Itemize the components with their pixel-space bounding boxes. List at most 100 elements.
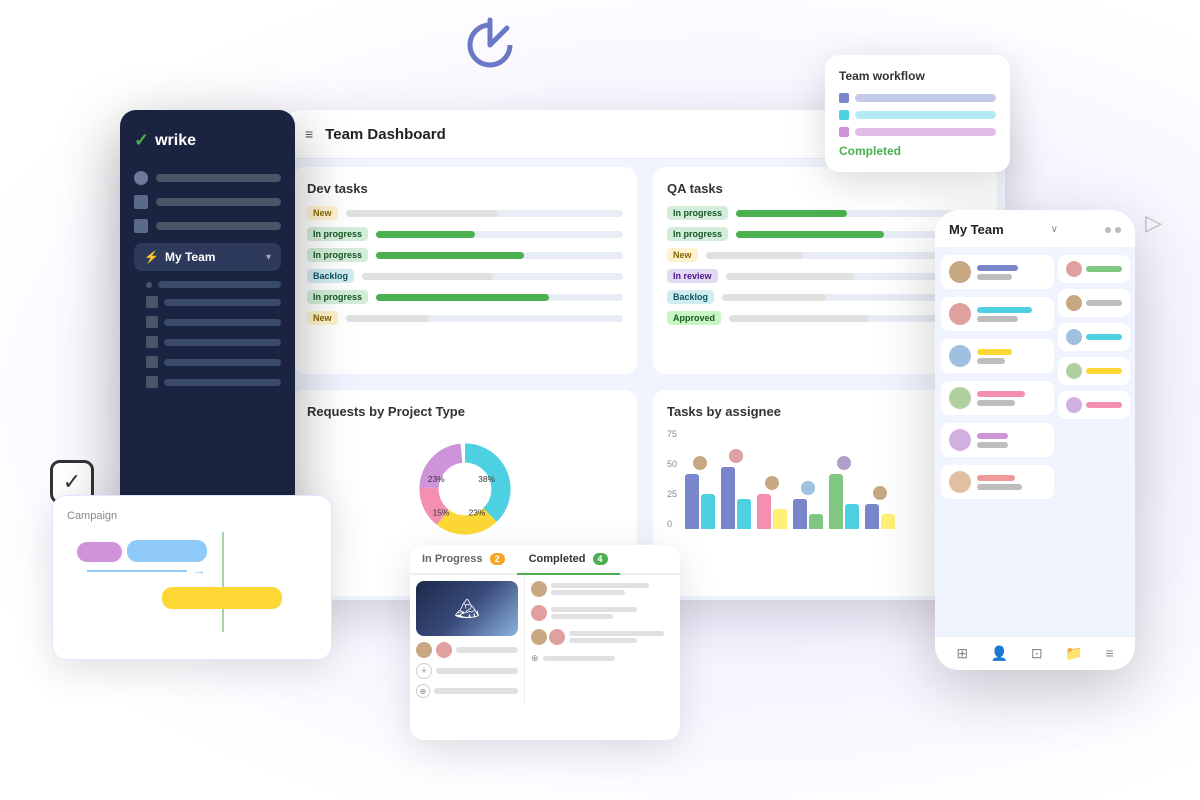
avatar	[949, 387, 971, 409]
y-axis: 75 50 25 0	[667, 429, 677, 529]
bar	[685, 474, 699, 529]
mobile-right-item[interactable]	[1058, 357, 1130, 385]
nav-grid[interactable]	[134, 195, 281, 209]
flow-node-blue	[127, 540, 207, 562]
dashboard-body: Dev tasks New In progress In progress Ba…	[285, 159, 1005, 600]
bar-group	[977, 391, 1046, 406]
grid-icon	[134, 195, 148, 209]
task-bars	[569, 631, 674, 643]
main-dashboard: ≡ Team Dashboard 🔍 + Dev tasks New In pr…	[285, 110, 1005, 600]
status-badge-inprogress3: In progress	[307, 290, 368, 304]
task-row: In progress	[307, 227, 623, 241]
status-badge-backlog: Backlog	[667, 290, 714, 304]
tasks-right-col: ⊕	[525, 575, 680, 704]
mobile-bottom-nav: ⊞ 👤 ⊡ 📁 ≡	[935, 636, 1135, 670]
chevron-down-icon[interactable]: ∨	[1051, 224, 1058, 235]
avatar-pair	[531, 629, 565, 645]
workflow-bar	[855, 94, 996, 102]
sub-item-1[interactable]	[146, 281, 281, 288]
mobile-right-item[interactable]	[1058, 289, 1130, 317]
dashboard-title: Team Dashboard	[325, 126, 891, 143]
menu-icon[interactable]: ≡	[305, 126, 313, 142]
workflow-bar	[855, 128, 996, 136]
bar	[773, 509, 787, 529]
tasks-tabs: In Progress 2 Completed 4	[410, 545, 680, 575]
task-bar	[456, 647, 518, 653]
task-row: New	[307, 206, 623, 220]
nav-home[interactable]	[134, 171, 281, 185]
status-badge: New	[667, 248, 698, 262]
sub-item-5[interactable]	[146, 356, 281, 368]
campaign-title: Campaign	[67, 510, 317, 522]
workflow-bar	[855, 111, 996, 119]
sub-bar	[164, 299, 281, 306]
task-bar	[436, 668, 518, 674]
mobile-list-item[interactable]	[941, 339, 1054, 373]
task-row: Backlog	[307, 269, 623, 283]
mobile-right-item[interactable]	[1058, 391, 1130, 419]
mobile-list-item[interactable]	[941, 465, 1054, 499]
people-icon[interactable]: 👤	[991, 645, 1008, 662]
my-team-button[interactable]: ⚡ My Team ▾	[134, 243, 281, 271]
list-icon	[134, 219, 148, 233]
folder-icon[interactable]: 📁	[1065, 645, 1082, 662]
task-bars	[543, 656, 674, 661]
bar-group	[977, 307, 1046, 322]
bar-group	[757, 494, 787, 529]
status-bar	[1086, 334, 1122, 340]
nav-list[interactable]	[134, 219, 281, 233]
bar-group	[865, 504, 895, 529]
mobile-list-item[interactable]	[941, 381, 1054, 415]
task-bar	[977, 442, 1008, 448]
status-bar	[977, 475, 1015, 481]
svg-text:23%: 23%	[469, 507, 486, 517]
status-bar	[977, 433, 1008, 439]
sub-item-2[interactable]	[146, 296, 281, 308]
status-badge-new: New	[307, 206, 338, 220]
menu-icon[interactable]: ≡	[1105, 645, 1113, 662]
bar-group	[977, 349, 1046, 364]
bar-group	[977, 433, 1046, 448]
avatar	[1066, 363, 1082, 379]
flow-node-purple	[77, 542, 122, 562]
bar-group	[829, 474, 859, 529]
mobile-list-item[interactable]	[941, 297, 1054, 331]
avatar	[1066, 295, 1082, 311]
dot	[1115, 227, 1121, 233]
tasks-panel: In Progress 2 Completed 4 🏔 + ⊕	[410, 545, 680, 740]
icon: ⊕	[531, 653, 539, 664]
play-icon[interactable]: ▷	[1145, 210, 1162, 236]
mobile-right-item[interactable]	[1058, 323, 1130, 351]
mobile-left-list	[941, 255, 1054, 507]
y-label: 25	[667, 489, 677, 499]
sidebar: ✓ wrike ⚡ My Team ▾	[120, 110, 295, 530]
chevron-down-icon: ▾	[266, 252, 271, 263]
tab-completed[interactable]: Completed 4	[517, 545, 620, 573]
campaign-card: Campaign →	[52, 495, 332, 660]
grid-icon[interactable]: ⊞	[956, 645, 968, 662]
status-badge-approved: Approved	[667, 311, 721, 325]
bar	[757, 494, 771, 529]
workflow-dot	[839, 127, 849, 137]
mobile-list-item[interactable]	[941, 255, 1054, 289]
board-icon[interactable]: ⊡	[1031, 645, 1043, 662]
sub-item-3[interactable]	[146, 316, 281, 328]
avatar	[531, 605, 547, 621]
avatar	[416, 642, 432, 658]
sub-item-4[interactable]	[146, 336, 281, 348]
mobile-list-item[interactable]	[941, 423, 1054, 457]
mobile-right-item[interactable]	[1058, 255, 1130, 283]
mobile-title: My Team	[949, 222, 1004, 237]
status-badge: In progress	[667, 206, 728, 220]
bar	[829, 474, 843, 529]
tab-in-progress[interactable]: In Progress 2	[410, 545, 517, 573]
avatar	[949, 261, 971, 283]
requests-title: Requests by Project Type	[307, 404, 623, 419]
mobile-content	[935, 247, 1135, 507]
sub-item-6[interactable]	[146, 376, 281, 388]
donut-chart: 38% 23% 15% 23%	[307, 429, 623, 549]
status-bar	[977, 349, 1012, 355]
task-row: In progress	[667, 206, 983, 220]
add-avatar[interactable]: +	[416, 663, 432, 679]
status-bar	[1086, 368, 1122, 374]
